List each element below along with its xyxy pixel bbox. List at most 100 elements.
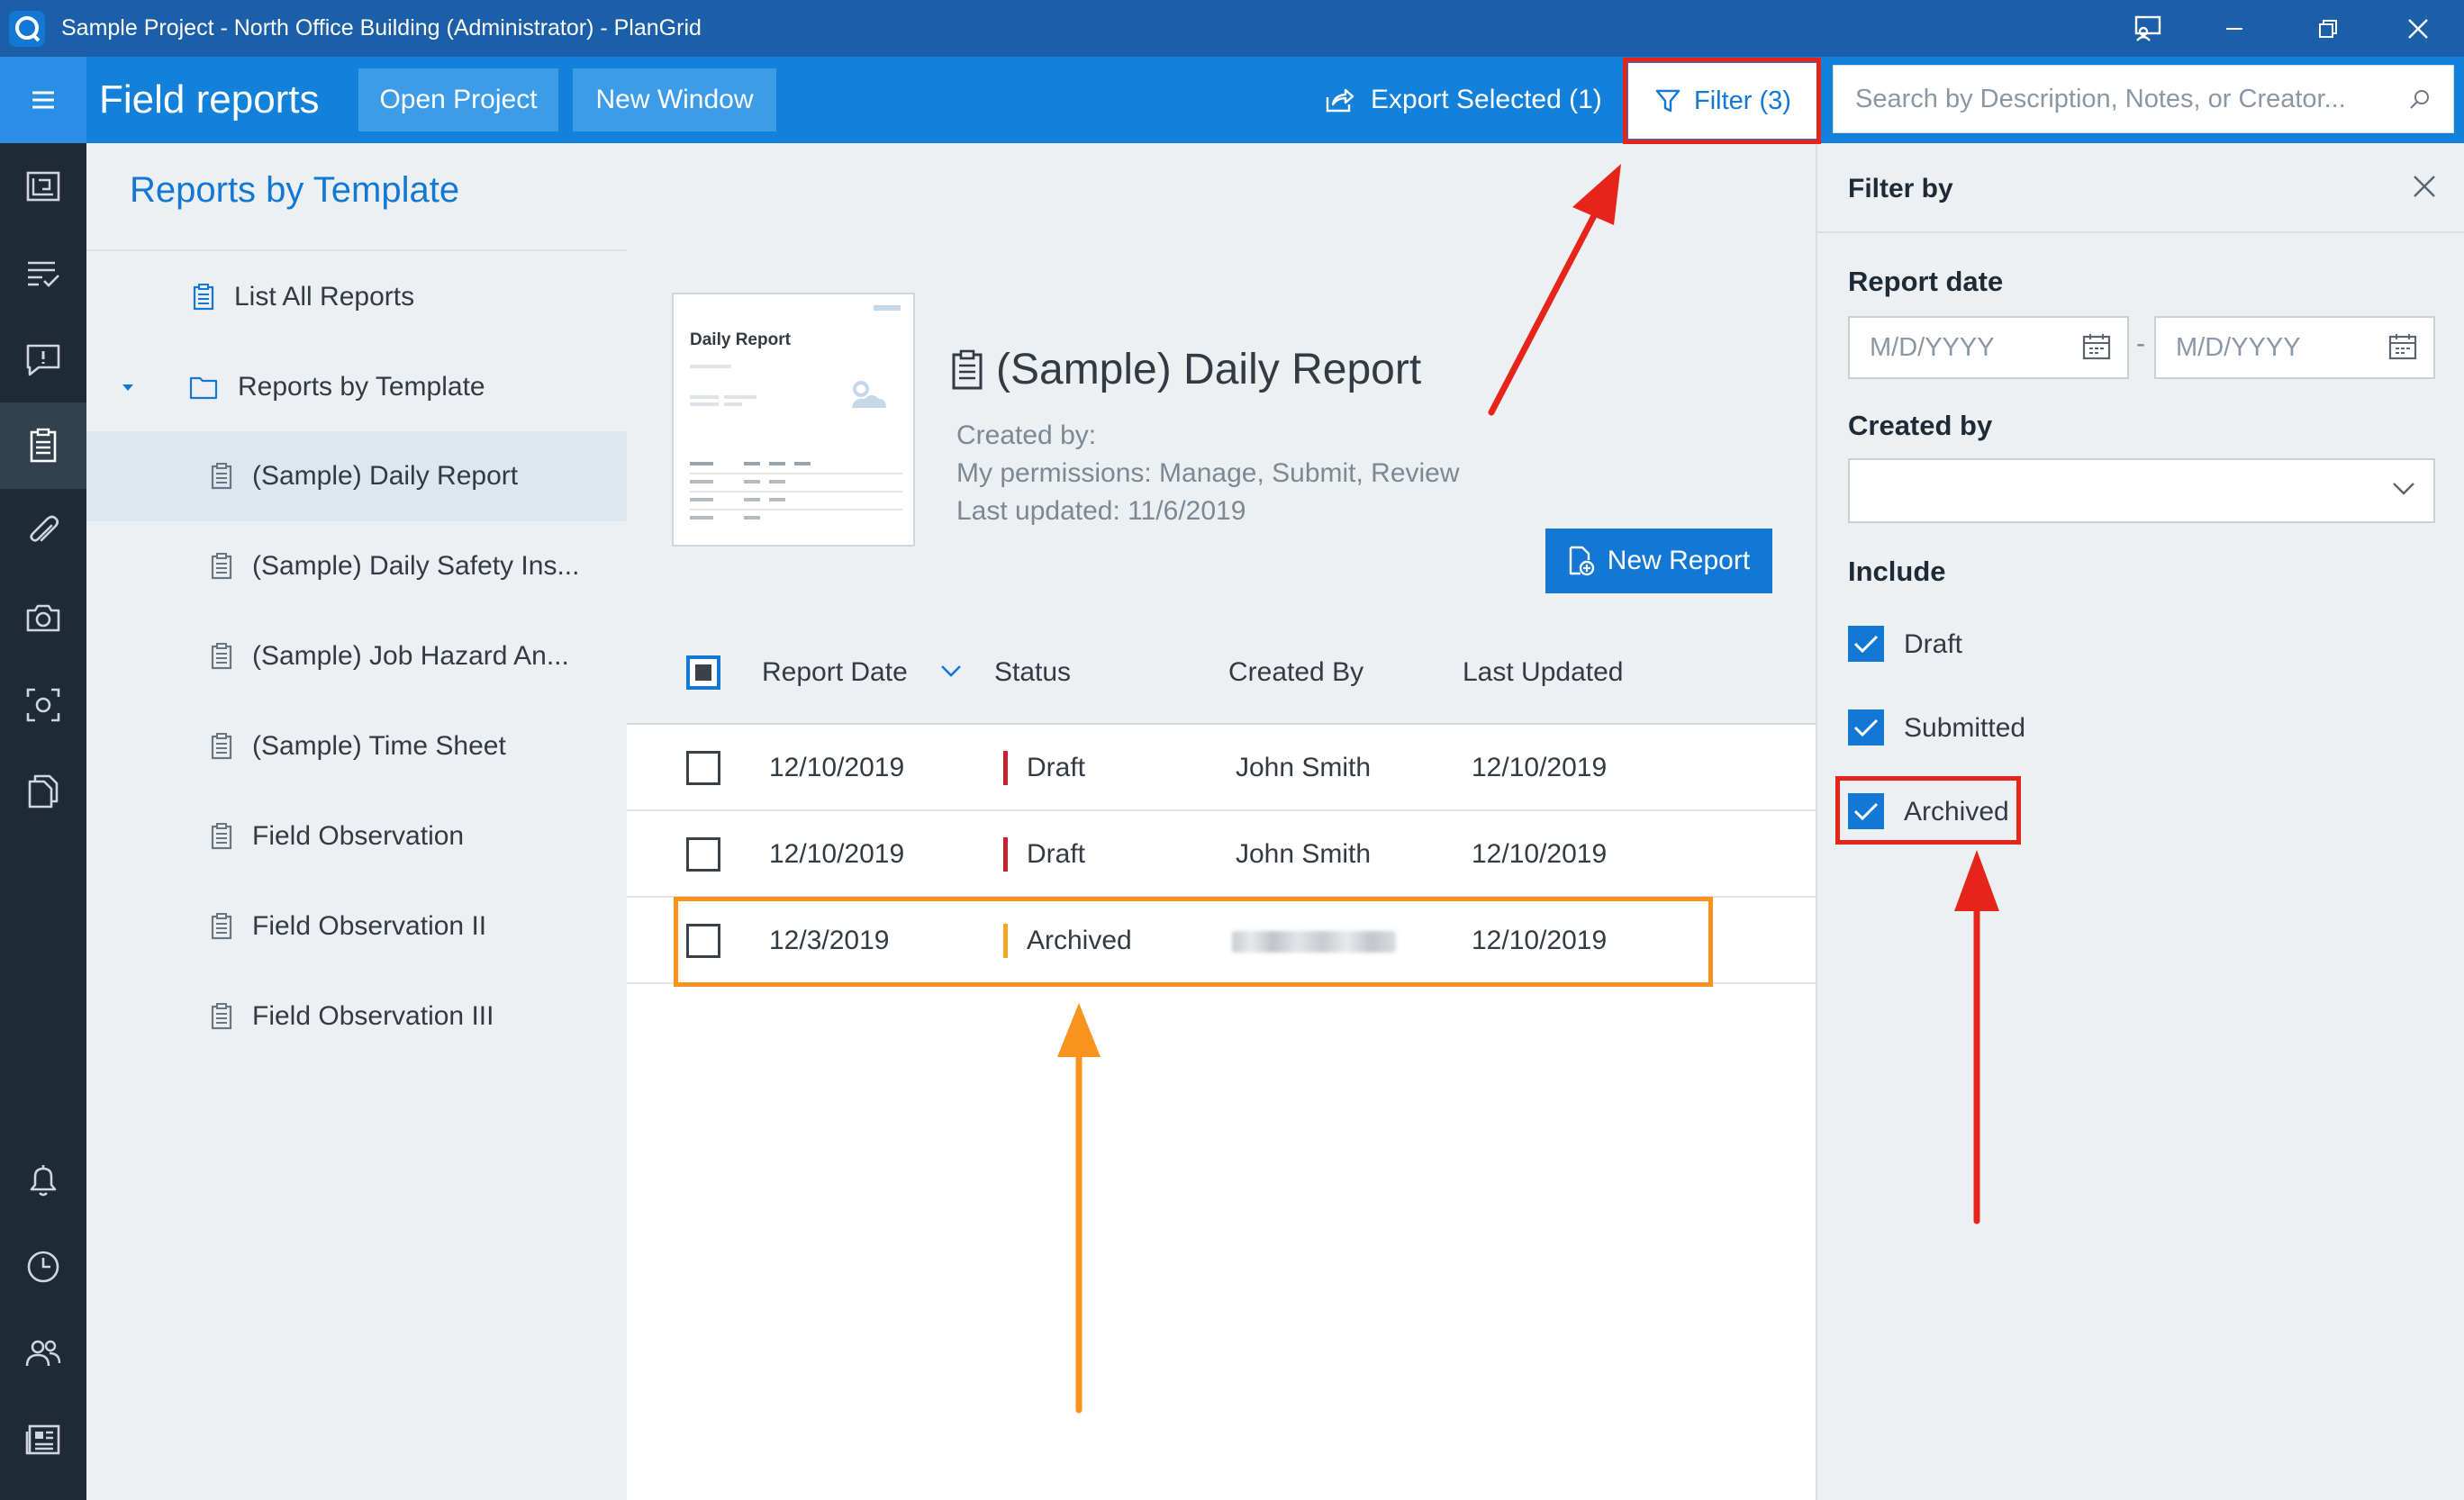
export-icon bbox=[1324, 86, 1354, 113]
include-submitted-label[interactable]: Submitted bbox=[1904, 713, 2025, 744]
search-icon[interactable] bbox=[2408, 87, 2432, 111]
row-last-updated: 12/10/2019 bbox=[1472, 839, 1608, 869]
calendar-icon[interactable] bbox=[2388, 333, 2417, 360]
sidebar-item-field-observation-iii[interactable]: Field Observation III bbox=[86, 971, 627, 1062]
news-icon[interactable] bbox=[0, 1396, 86, 1483]
row-checkbox[interactable] bbox=[686, 924, 720, 958]
row-report-date: 12/10/2019 bbox=[769, 753, 905, 782]
sidebar-item-label: (Sample) Daily Safety Ins... bbox=[252, 551, 580, 581]
page-title: Field reports bbox=[99, 77, 320, 122]
sidebar-item-reports-by-template[interactable]: Reports by Template bbox=[86, 342, 627, 432]
row-last-updated: 12/10/2019 bbox=[1472, 926, 1608, 955]
sidebar-item-sample-job-hazard[interactable]: (Sample) Job Hazard An... bbox=[86, 611, 627, 701]
sidebar-item-label: (Sample) Daily Report bbox=[252, 461, 519, 491]
column-created-by[interactable]: Created By bbox=[1228, 620, 1363, 725]
filter-button[interactable]: Filter (3) bbox=[1628, 63, 1817, 139]
new-window-button[interactable]: New Window bbox=[573, 68, 776, 131]
created-by-select[interactable] bbox=[1848, 458, 2435, 523]
clipboard-icon bbox=[211, 643, 232, 670]
sidebar-item-label: List All Reports bbox=[234, 282, 415, 312]
window-titlebar: Sample Project - North Office Building (… bbox=[0, 0, 2464, 57]
template-last-updated: Last updated: 11/6/2019 bbox=[956, 496, 1246, 526]
sidebar-divider bbox=[86, 249, 627, 251]
template-sidebar: Reports by Template List All Reports Rep… bbox=[86, 143, 627, 1500]
include-archived-label[interactable]: Archived bbox=[1904, 797, 2009, 827]
report-date-from-input[interactable]: M/D/YYYY bbox=[1848, 316, 2129, 379]
clipboard-icon bbox=[211, 733, 232, 760]
minimize-button[interactable] bbox=[2194, 0, 2275, 57]
bell-icon[interactable] bbox=[0, 1137, 86, 1224]
export-selected-button[interactable]: Export Selected (1) bbox=[1324, 57, 1602, 143]
row-status: Draft bbox=[1027, 753, 1086, 782]
clipboard-icon bbox=[211, 553, 232, 580]
include-submitted-checkbox[interactable] bbox=[1848, 709, 1884, 745]
include-draft-label[interactable]: Draft bbox=[1904, 629, 1962, 660]
attachments-icon[interactable] bbox=[0, 489, 86, 575]
documents-icon[interactable] bbox=[0, 748, 86, 835]
column-report-date[interactable]: Report Date bbox=[762, 620, 908, 725]
close-filter-icon[interactable] bbox=[2412, 174, 2437, 199]
issues-icon[interactable] bbox=[0, 316, 86, 402]
camera-icon[interactable] bbox=[0, 575, 86, 662]
date-separator: - bbox=[2136, 329, 2145, 358]
checkmark-icon bbox=[1853, 802, 1879, 821]
caret-down-icon[interactable] bbox=[121, 382, 135, 393]
indeterminate-mark bbox=[695, 664, 711, 681]
sidebar-item-field-observation[interactable]: Field Observation bbox=[86, 791, 627, 881]
template-name-label: (Sample) Daily Report bbox=[996, 346, 1422, 393]
sheets-icon[interactable] bbox=[0, 143, 86, 230]
sidebar-item-list-all-reports[interactable]: List All Reports bbox=[86, 252, 627, 342]
sidebar-item-label: Reports by Template bbox=[238, 372, 485, 402]
capture-icon[interactable] bbox=[0, 662, 86, 748]
table-row[interactable]: 12/3/2019 Archived 12/10/2019 bbox=[627, 898, 1816, 984]
row-checkbox[interactable] bbox=[686, 837, 720, 872]
column-status[interactable]: Status bbox=[994, 620, 1071, 725]
table-row[interactable]: 12/10/2019 Draft John Smith 12/10/2019 bbox=[627, 811, 1816, 898]
report-date-label: Report date bbox=[1848, 266, 2004, 297]
team-icon[interactable] bbox=[0, 1310, 86, 1396]
tasks-icon[interactable] bbox=[0, 230, 86, 316]
report-date-to-input[interactable]: M/D/YYYY bbox=[2154, 316, 2435, 379]
status-indicator-draft bbox=[1003, 751, 1008, 785]
sidebar-item-sample-daily-safety[interactable]: (Sample) Daily Safety Ins... bbox=[86, 521, 627, 611]
include-draft-checkbox[interactable] bbox=[1848, 626, 1884, 662]
filter-panel-title: Filter by bbox=[1848, 174, 1953, 203]
table-row[interactable]: 12/10/2019 Draft John Smith 12/10/2019 bbox=[627, 725, 1816, 811]
created-by-label: Created by bbox=[1848, 410, 1993, 441]
cast-icon[interactable] bbox=[2107, 0, 2188, 57]
clock-icon[interactable] bbox=[0, 1224, 86, 1310]
sidebar-item-field-observation-ii[interactable]: Field Observation II bbox=[86, 881, 627, 971]
column-last-updated[interactable]: Last Updated bbox=[1463, 620, 1623, 725]
row-created-by: John Smith bbox=[1236, 753, 1372, 782]
export-label: Export Selected (1) bbox=[1371, 85, 1602, 114]
row-created-by: John Smith bbox=[1236, 839, 1372, 869]
clipboard-icon bbox=[211, 463, 232, 490]
filter-panel: Filter by Report date M/D/YYYY - M/D/YYY… bbox=[1816, 143, 2464, 1500]
sidebar-item-sample-daily-report[interactable]: (Sample) Daily Report bbox=[86, 431, 627, 521]
status-indicator-archived bbox=[1003, 924, 1008, 958]
calendar-icon[interactable] bbox=[2082, 333, 2111, 360]
window-title: Sample Project - North Office Building (… bbox=[61, 15, 702, 41]
open-project-button[interactable]: Open Project bbox=[358, 68, 558, 131]
sidebar-item-label: (Sample) Time Sheet bbox=[252, 731, 506, 761]
close-window-button[interactable] bbox=[2378, 0, 2459, 57]
hamburger-menu-icon[interactable] bbox=[0, 57, 86, 143]
checkmark-icon bbox=[1853, 635, 1879, 654]
template-thumbnail[interactable]: Daily Report bbox=[672, 293, 915, 547]
row-report-date: 12/10/2019 bbox=[769, 839, 905, 869]
folder-icon bbox=[189, 375, 218, 400]
sidebar-item-sample-time-sheet[interactable]: (Sample) Time Sheet bbox=[86, 701, 627, 791]
search-input[interactable]: Search by Description, Notes, or Creator… bbox=[1833, 65, 2454, 133]
clipboard-icon bbox=[211, 823, 232, 850]
field-reports-icon[interactable] bbox=[0, 402, 86, 489]
row-checkbox[interactable] bbox=[686, 751, 720, 785]
new-report-button[interactable]: New Report bbox=[1545, 529, 1772, 593]
template-permissions: My permissions: Manage, Submit, Review bbox=[956, 458, 1460, 488]
sort-desc-icon[interactable] bbox=[940, 664, 962, 682]
filter-label: Filter (3) bbox=[1694, 86, 1791, 115]
restore-button[interactable] bbox=[2287, 0, 2369, 57]
sidebar-item-label: Field Observation III bbox=[252, 1001, 494, 1031]
select-all-checkbox[interactable] bbox=[686, 655, 720, 690]
left-nav-rail bbox=[0, 143, 86, 1500]
include-archived-checkbox[interactable] bbox=[1848, 793, 1884, 829]
